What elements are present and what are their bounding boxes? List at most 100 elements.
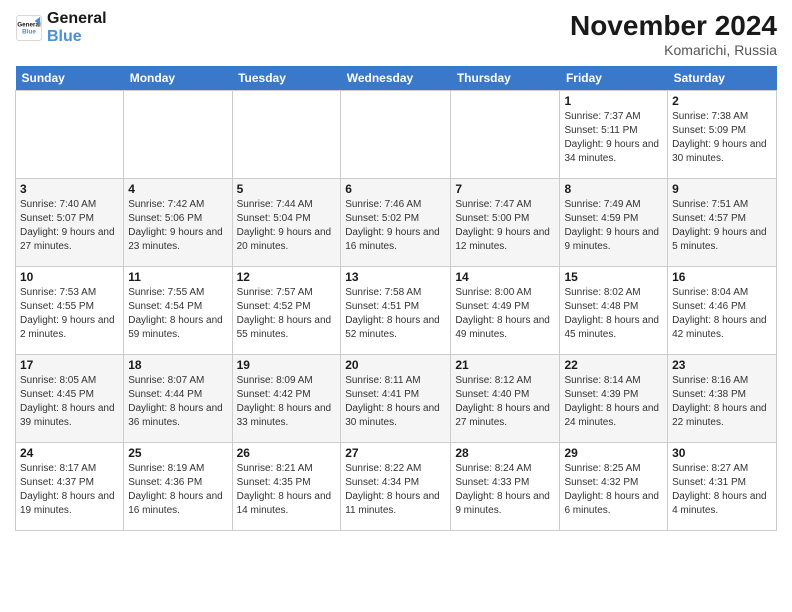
day-info: Sunrise: 7:37 AM Sunset: 5:11 PM Dayligh… (564, 110, 663, 166)
page: General Blue General Blue November 2024 … (0, 0, 792, 612)
calendar-cell: 10 Sunrise: 7:53 AM Sunset: 4:55 PM Dayli… (16, 267, 124, 355)
day-number: 1 (564, 94, 663, 108)
calendar-cell: 21 Sunrise: 8:12 AM Sunset: 4:40 PM Dayli… (451, 355, 560, 443)
day-info: Sunrise: 7:53 AM Sunset: 4:55 PM Dayligh… (20, 286, 119, 342)
day-number: 26 (237, 446, 337, 460)
calendar-cell: 23Sunrise: 8:16 AM Sunset: 4:38 PM Dayli… (668, 355, 777, 443)
day-number: 17 (20, 358, 119, 372)
calendar-cell: 24 Sunrise: 8:17 AM Sunset: 4:37 PM Dayli… (16, 443, 124, 531)
day-info: Sunrise: 7:51 AM Sunset: 4:57 PM Dayligh… (672, 198, 772, 254)
day-info: Sunrise: 8:22 AM Sunset: 4:34 PM Dayligh… (345, 462, 446, 518)
day-info: Sunrise: 7:58 AM Sunset: 4:51 PM Dayligh… (345, 286, 446, 342)
day-info: Sunrise: 8:21 AM Sunset: 4:35 PM Dayligh… (237, 462, 337, 518)
day-info: Sunrise: 7:49 AM Sunset: 4:59 PM Dayligh… (564, 198, 663, 254)
calendar-cell (16, 91, 124, 179)
day-number: 19 (237, 358, 337, 372)
calendar-cell: 14Sunrise: 8:00 AM Sunset: 4:49 PM Dayli… (451, 267, 560, 355)
day-info: Sunrise: 8:27 AM Sunset: 4:31 PM Dayligh… (672, 462, 772, 518)
logo-icon: General Blue (15, 14, 43, 42)
day-info: Sunrise: 8:04 AM Sunset: 4:46 PM Dayligh… (672, 286, 772, 342)
calendar-cell: 4Sunrise: 7:42 AM Sunset: 5:06 PM Daylig… (124, 179, 232, 267)
calendar-cell (341, 91, 451, 179)
day-info: Sunrise: 8:17 AM Sunset: 4:37 PM Dayligh… (20, 462, 119, 518)
weekday-header-sunday: Sunday (16, 66, 124, 91)
calendar-cell: 2Sunrise: 7:38 AM Sunset: 5:09 PM Daylig… (668, 91, 777, 179)
weekday-header-thursday: Thursday (451, 66, 560, 91)
calendar-cell: 6 Sunrise: 7:46 AM Sunset: 5:02 PM Daylig… (341, 179, 451, 267)
calendar-cell: 29 Sunrise: 8:25 AM Sunset: 4:32 PM Dayli… (560, 443, 668, 531)
calendar-cell: 16 Sunrise: 8:04 AM Sunset: 4:46 PM Dayli… (668, 267, 777, 355)
day-info: Sunrise: 8:14 AM Sunset: 4:39 PM Dayligh… (564, 374, 663, 430)
calendar-week-1: 1 Sunrise: 7:37 AM Sunset: 5:11 PM Daylig… (16, 91, 777, 179)
calendar-cell: 19 Sunrise: 8:09 AM Sunset: 4:42 PM Dayli… (232, 355, 341, 443)
day-info: Sunrise: 8:11 AM Sunset: 4:41 PM Dayligh… (345, 374, 446, 430)
calendar-week-4: 17 Sunrise: 8:05 AM Sunset: 4:45 PM Dayli… (16, 355, 777, 443)
calendar-cell: 7 Sunrise: 7:47 AM Sunset: 5:00 PM Daylig… (451, 179, 560, 267)
day-number: 21 (455, 358, 555, 372)
day-number: 15 (564, 270, 663, 284)
day-info: Sunrise: 8:02 AM Sunset: 4:48 PM Dayligh… (564, 286, 663, 342)
day-info: Sunrise: 7:57 AM Sunset: 4:52 PM Dayligh… (237, 286, 337, 342)
day-number: 18 (128, 358, 227, 372)
day-number: 29 (564, 446, 663, 460)
day-info: Sunrise: 8:25 AM Sunset: 4:32 PM Dayligh… (564, 462, 663, 518)
day-info: Sunrise: 8:16 AM Sunset: 4:38 PM Dayligh… (672, 374, 772, 430)
logo-text: General Blue (47, 10, 107, 45)
day-info: Sunrise: 7:46 AM Sunset: 5:02 PM Dayligh… (345, 198, 446, 254)
day-info: Sunrise: 8:05 AM Sunset: 4:45 PM Dayligh… (20, 374, 119, 430)
calendar-week-2: 3 Sunrise: 7:40 AM Sunset: 5:07 PM Daylig… (16, 179, 777, 267)
day-number: 14 (455, 270, 555, 284)
calendar-week-3: 10 Sunrise: 7:53 AM Sunset: 4:55 PM Dayli… (16, 267, 777, 355)
day-info: Sunrise: 7:55 AM Sunset: 4:54 PM Dayligh… (128, 286, 227, 342)
day-info: Sunrise: 7:47 AM Sunset: 5:00 PM Dayligh… (455, 198, 555, 254)
weekday-header-tuesday: Tuesday (232, 66, 341, 91)
day-info: Sunrise: 7:44 AM Sunset: 5:04 PM Dayligh… (237, 198, 337, 254)
calendar-cell: 11Sunrise: 7:55 AM Sunset: 4:54 PM Dayli… (124, 267, 232, 355)
day-number: 12 (237, 270, 337, 284)
calendar-cell: 27 Sunrise: 8:22 AM Sunset: 4:34 PM Dayli… (341, 443, 451, 531)
day-number: 13 (345, 270, 446, 284)
day-number: 16 (672, 270, 772, 284)
day-info: Sunrise: 7:38 AM Sunset: 5:09 PM Dayligh… (672, 110, 772, 166)
calendar-cell: 1 Sunrise: 7:37 AM Sunset: 5:11 PM Daylig… (560, 91, 668, 179)
calendar-cell (451, 91, 560, 179)
day-number: 30 (672, 446, 772, 460)
calendar-cell: 22 Sunrise: 8:14 AM Sunset: 4:39 PM Dayli… (560, 355, 668, 443)
day-number: 22 (564, 358, 663, 372)
weekday-header-wednesday: Wednesday (341, 66, 451, 91)
day-info: Sunrise: 8:19 AM Sunset: 4:36 PM Dayligh… (128, 462, 227, 518)
day-number: 7 (455, 182, 555, 196)
calendar-cell: 5 Sunrise: 7:44 AM Sunset: 5:04 PM Daylig… (232, 179, 341, 267)
calendar-cell: 13 Sunrise: 7:58 AM Sunset: 4:51 PM Dayli… (341, 267, 451, 355)
calendar-cell: 3 Sunrise: 7:40 AM Sunset: 5:07 PM Daylig… (16, 179, 124, 267)
calendar-cell: 30 Sunrise: 8:27 AM Sunset: 4:31 PM Dayli… (668, 443, 777, 531)
calendar-cell: 26 Sunrise: 8:21 AM Sunset: 4:35 PM Dayli… (232, 443, 341, 531)
calendar-cell (232, 91, 341, 179)
weekday-header-saturday: Saturday (668, 66, 777, 91)
day-info: Sunrise: 7:40 AM Sunset: 5:07 PM Dayligh… (20, 198, 119, 254)
calendar-cell: 17 Sunrise: 8:05 AM Sunset: 4:45 PM Dayli… (16, 355, 124, 443)
day-info: Sunrise: 8:24 AM Sunset: 4:33 PM Dayligh… (455, 462, 555, 518)
day-number: 24 (20, 446, 119, 460)
day-number: 27 (345, 446, 446, 460)
day-number: 8 (564, 182, 663, 196)
calendar-cell: 15 Sunrise: 8:02 AM Sunset: 4:48 PM Dayli… (560, 267, 668, 355)
calendar-cell: 18Sunrise: 8:07 AM Sunset: 4:44 PM Dayli… (124, 355, 232, 443)
day-info: Sunrise: 8:09 AM Sunset: 4:42 PM Dayligh… (237, 374, 337, 430)
logo: General Blue General Blue (15, 10, 107, 45)
header: General Blue General Blue November 2024 … (15, 10, 777, 58)
calendar-cell: 8 Sunrise: 7:49 AM Sunset: 4:59 PM Daylig… (560, 179, 668, 267)
day-number: 5 (237, 182, 337, 196)
weekday-header-friday: Friday (560, 66, 668, 91)
day-info: Sunrise: 8:12 AM Sunset: 4:40 PM Dayligh… (455, 374, 555, 430)
weekday-header-monday: Monday (124, 66, 232, 91)
calendar-cell: 12 Sunrise: 7:57 AM Sunset: 4:52 PM Dayli… (232, 267, 341, 355)
location: Komarichi, Russia (570, 42, 777, 58)
day-number: 6 (345, 182, 446, 196)
calendar-cell (124, 91, 232, 179)
day-number: 10 (20, 270, 119, 284)
day-number: 3 (20, 182, 119, 196)
svg-text:Blue: Blue (22, 28, 36, 35)
calendar: SundayMondayTuesdayWednesdayThursdayFrid… (15, 66, 777, 531)
day-number: 28 (455, 446, 555, 460)
